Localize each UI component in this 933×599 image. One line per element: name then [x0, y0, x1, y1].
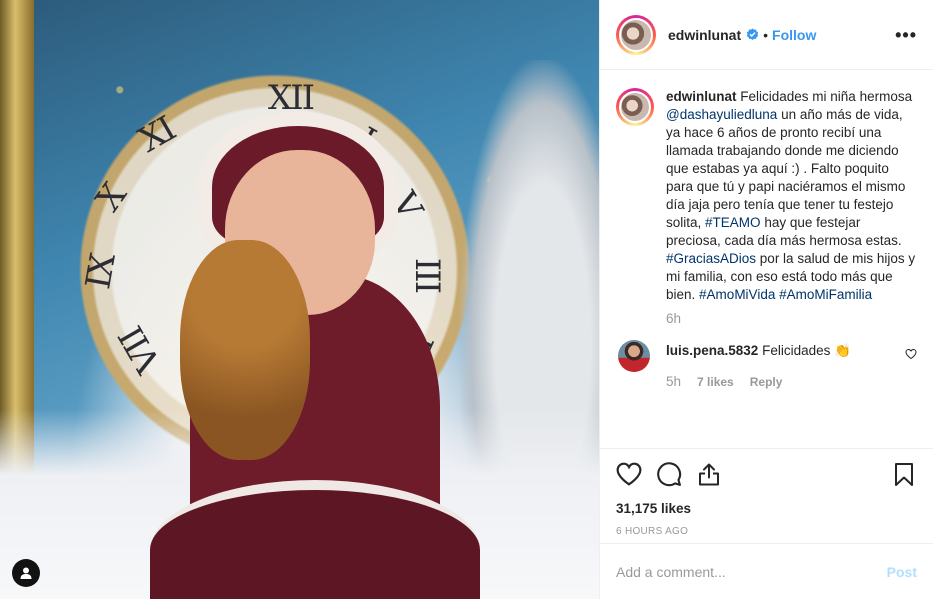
like-button[interactable] — [616, 461, 642, 487]
save-bookmark-icon — [895, 462, 913, 486]
caption-text: Felicidades mi niña hermosa — [740, 89, 913, 104]
comment-main: luis.pena.5832 Felicidades 👏 5h 7 likes … — [666, 340, 905, 389]
user-tag-button[interactable] — [12, 559, 40, 587]
author-username[interactable]: edwinlunat — [668, 27, 741, 43]
comment-item: luis.pena.5832 Felicidades 👏 5h 7 likes … — [616, 340, 917, 389]
comment-meta: 5h 7 likes Reply — [666, 374, 905, 389]
action-bar — [616, 459, 917, 489]
add-comment-bar: Post — [600, 543, 933, 599]
post-comment-button[interactable]: Post — [887, 564, 917, 580]
comment-text: luis.pena.5832 Felicidades 👏 — [666, 340, 905, 360]
comments-section[interactable]: edwinlunat Felicidades mi niña hermosa @… — [600, 70, 933, 448]
hashtag-link[interactable]: #TEAMO — [705, 215, 761, 230]
commenter-avatar[interactable] — [618, 340, 650, 372]
caption-text: hay que festejar preciosa, cada día más … — [666, 215, 902, 248]
clock-numeral: III — [407, 257, 448, 293]
hashtag-link[interactable]: #AmoMiVida — [699, 287, 775, 302]
comment-reply-button[interactable]: Reply — [750, 375, 783, 389]
photo-teddy-bear — [180, 240, 310, 460]
comment-button[interactable] — [656, 461, 682, 487]
hashtag-link[interactable]: #GraciasADios — [666, 251, 756, 266]
clock-numeral: IX — [78, 251, 124, 293]
post-actions-area: 31,175 likes 6 HOURS AGO — [600, 448, 933, 543]
hashtag-link[interactable]: #AmoMiFamilia — [779, 287, 872, 302]
user-tag-icon — [20, 567, 32, 579]
post-timestamp[interactable]: 6 HOURS AGO — [616, 526, 917, 537]
caption-body: edwinlunat Felicidades mi niña hermosa @… — [666, 88, 917, 328]
share-button[interactable] — [696, 461, 722, 487]
caption-text: un año más de vida, ya hace 6 años de pr… — [666, 107, 906, 230]
caption-username[interactable]: edwinlunat — [666, 89, 737, 104]
post-header: edwinlunat • Follow ••• — [600, 0, 933, 70]
caption-author-avatar[interactable] — [616, 88, 654, 126]
save-button[interactable] — [891, 461, 917, 487]
share-icon — [699, 463, 719, 485]
post-side-panel: edwinlunat • Follow ••• edwinlunat Felic… — [599, 0, 933, 599]
add-comment-input[interactable] — [616, 563, 887, 580]
like-heart-icon — [616, 462, 642, 486]
caption-author-avatar-image — [619, 91, 651, 123]
post-like-count[interactable]: 31,175 likes — [616, 501, 917, 516]
comment-timestamp[interactable]: 5h — [666, 374, 681, 389]
caption: edwinlunat Felicidades mi niña hermosa @… — [616, 88, 917, 328]
comment-body: Felicidades — [762, 343, 831, 358]
clapping-hands-icon: 👏 — [834, 343, 851, 358]
post-photo[interactable]: XII I XI IX X III VII V IIII — [0, 0, 599, 599]
verified-icon — [746, 28, 759, 40]
comment-icon — [656, 461, 681, 486]
comment-like-icon[interactable] — [905, 348, 917, 360]
caption-timestamp[interactable]: 6h — [666, 310, 917, 328]
author-avatar-image — [619, 17, 653, 52]
comment-likes[interactable]: 7 likes — [697, 375, 734, 389]
commenter-username[interactable]: luis.pena.5832 — [666, 343, 758, 358]
author-avatar[interactable] — [616, 14, 656, 55]
more-options-icon[interactable]: ••• — [895, 26, 917, 44]
instagram-post-modal: XII I XI IX X III VII V IIII edwinlunat — [0, 0, 933, 599]
caption-mention[interactable]: @dashayuliedluna — [666, 107, 777, 122]
header-separator: • — [763, 26, 769, 43]
follow-button[interactable]: Follow — [772, 27, 816, 43]
